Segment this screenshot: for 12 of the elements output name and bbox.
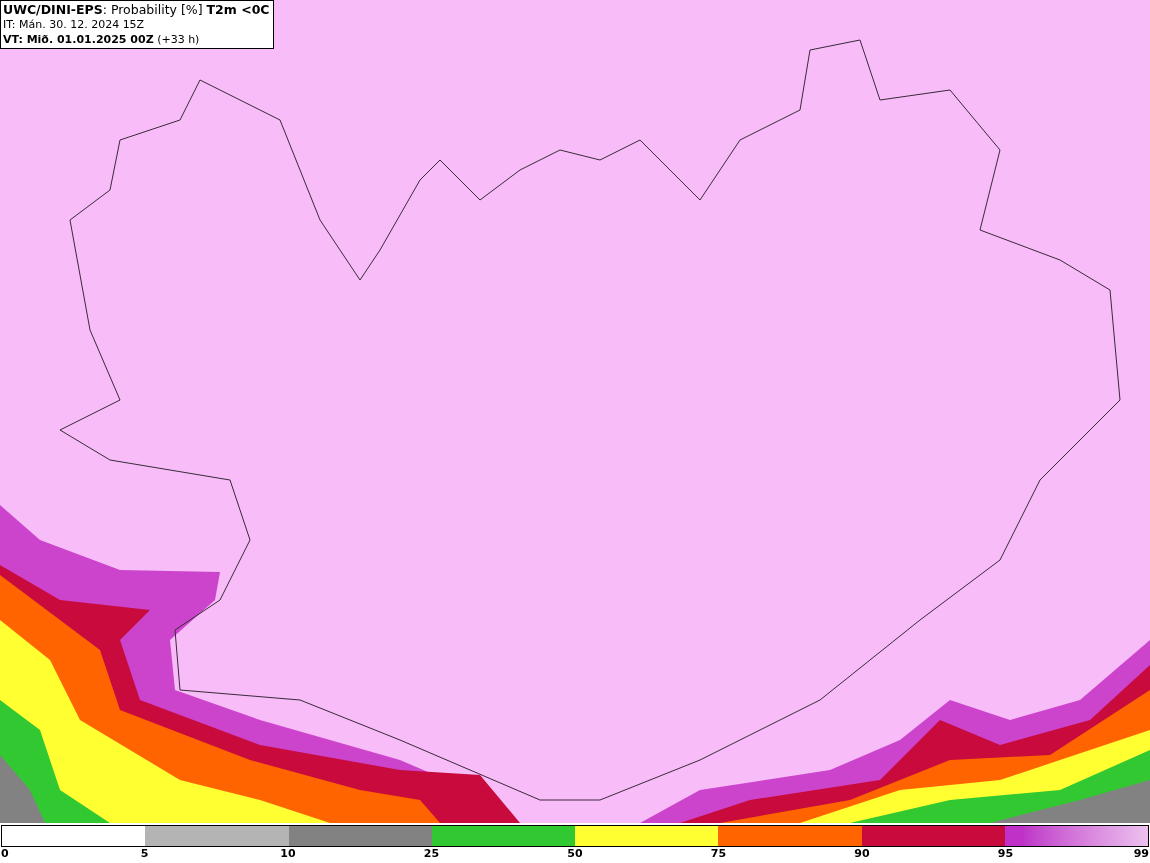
scale-label: 95: [997, 847, 1014, 861]
scale-label: 90: [854, 847, 870, 861]
scale-label: 50: [567, 847, 583, 861]
scale-label: 25: [423, 847, 440, 861]
valid-time: VT: Mið. 01.01.2025 00Z (+33 h): [3, 32, 201, 47]
scale-label: 75: [710, 847, 727, 861]
map-title: UWC/DINI-EPS: Probability [%] T2m <0C: [3, 2, 270, 17]
scale-label: 0: [1, 847, 9, 861]
init-time: IT: Mán. 30. 12. 2024 15Z: [3, 17, 146, 32]
scale-label: 5: [140, 847, 149, 861]
scale-label: 10: [280, 847, 296, 861]
scale-label: 99: [1133, 847, 1149, 861]
